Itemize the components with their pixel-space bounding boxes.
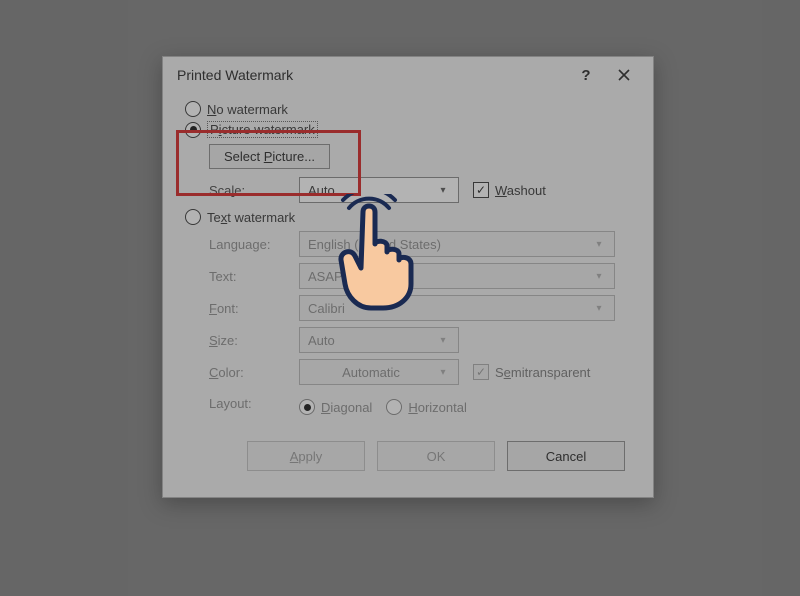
layout-options: Diagonal Horizontal [299,399,467,415]
color-label: Color: [185,365,299,380]
chevron-down-icon: ▾ [590,271,608,282]
diagonal-label: Diagonal [321,400,372,415]
washout-label: Washout [495,183,546,198]
language-value: English (United States) [308,237,590,252]
select-picture-button[interactable]: Select Picture... [209,144,330,169]
text-label: Text: [185,269,299,284]
font-combo: Calibri ▾ [299,295,615,321]
color-value: Automatic [308,365,434,380]
chevron-down-icon: ▾ [590,303,608,314]
cancel-button[interactable]: Cancel [507,441,625,471]
text-combo: ASAP ▾ [299,263,615,289]
printed-watermark-dialog: Printed Watermark ? No watermark Picture… [162,56,654,498]
radio-icon [299,399,315,415]
size-combo: Auto ▾ [299,327,459,353]
size-value: Auto [308,333,434,348]
titlebar: Printed Watermark ? [163,57,653,93]
text-row: Text: ASAP ▾ [185,263,631,289]
language-combo: English (United States) ▾ [299,231,615,257]
picture-watermark-label: Picture watermark [207,121,318,138]
scale-combo[interactable]: Auto ▾ [299,177,459,203]
checkbox-icon: ✓ [473,364,489,380]
radio-icon [185,209,201,225]
size-label: Size: [185,333,299,348]
radio-icon [185,122,201,138]
horizontal-label: Horizontal [408,400,467,415]
radio-icon [185,101,201,117]
close-button[interactable] [605,60,643,90]
size-row: Size: Auto ▾ [185,327,631,353]
horizontal-option: Horizontal [386,399,467,415]
font-label: Font: [185,301,299,316]
apply-button[interactable]: Apply [247,441,365,471]
select-picture-row: Select Picture... [209,144,631,169]
font-value: Calibri [308,301,590,316]
checkbox-icon: ✓ [473,182,489,198]
dialog-body: No watermark Picture watermark Select Pi… [163,93,653,481]
diagonal-option: Diagonal [299,399,372,415]
radio-icon [386,399,402,415]
text-watermark-label: Text watermark [207,210,295,225]
no-watermark-label: No watermark [207,102,288,117]
picture-watermark-option[interactable]: Picture watermark [185,121,631,138]
font-row: Font: Calibri ▾ [185,295,631,321]
button-row: Apply OK Cancel [185,441,631,471]
help-button[interactable]: ? [567,60,605,90]
close-icon [618,69,630,81]
layout-label: Layout: [185,396,299,411]
ok-button[interactable]: OK [377,441,495,471]
chevron-down-icon: ▾ [434,185,452,196]
text-watermark-option[interactable]: Text watermark [185,209,631,225]
scale-label: Scale: [185,183,299,198]
text-value: ASAP [308,269,590,284]
semitransparent-checkbox: ✓ Semitransparent [473,364,590,380]
chevron-down-icon: ▾ [434,335,452,346]
scale-row: Scale: Auto ▾ ✓ Washout [185,177,631,203]
layout-row: Layout: Diagonal Horizontal [185,391,631,415]
dialog-title: Printed Watermark [177,67,567,83]
color-row: Color: Automatic ▾ ✓ Semitransparent [185,359,631,385]
semitransparent-label: Semitransparent [495,365,590,380]
language-label: Language: [185,237,299,252]
scale-value: Auto [308,183,434,198]
chevron-down-icon: ▾ [434,367,452,378]
no-watermark-option[interactable]: No watermark [185,101,631,117]
chevron-down-icon: ▾ [590,239,608,250]
color-combo: Automatic ▾ [299,359,459,385]
washout-checkbox[interactable]: ✓ Washout [473,182,546,198]
language-row: Language: English (United States) ▾ [185,231,631,257]
